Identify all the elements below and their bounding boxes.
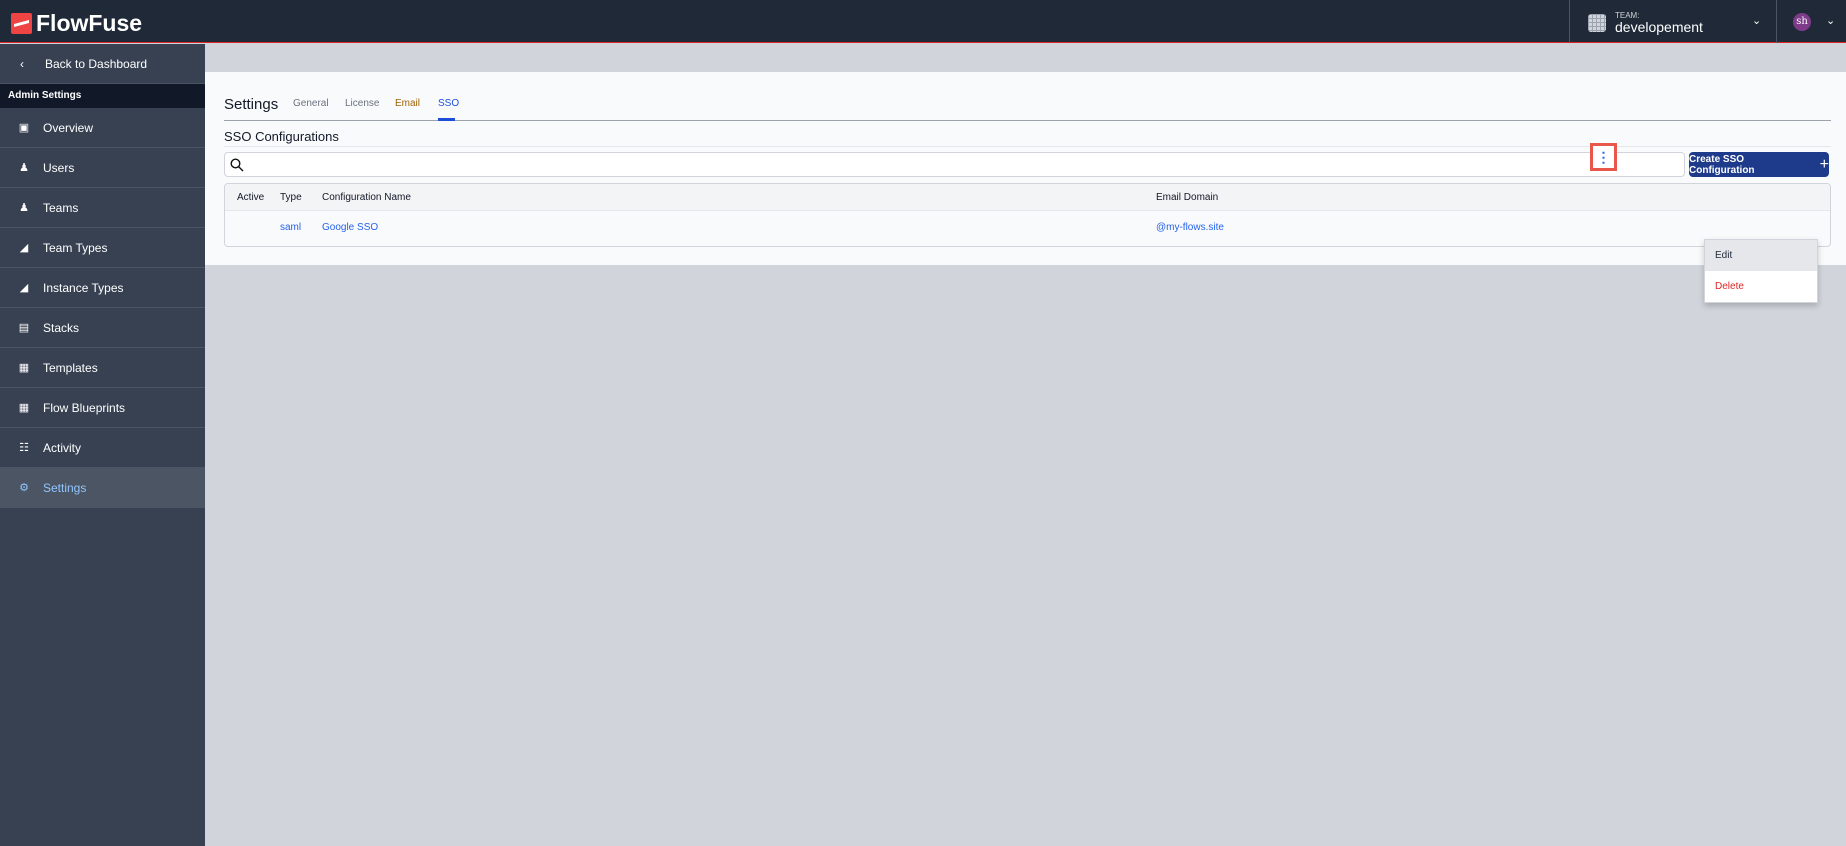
column-header: Email Domain xyxy=(1156,192,1219,203)
label: Users xyxy=(43,160,75,175)
sidebar-item-templates[interactable]: ▦ Templates xyxy=(0,348,205,388)
sidebar-item-stacks[interactable]: ▤ Stacks xyxy=(0,308,205,348)
table-row[interactable]: saml Google SSO @my-flows.site xyxy=(225,211,1830,246)
sidebar-item-activity[interactable]: ☷ Activity xyxy=(0,428,205,468)
tab-divider xyxy=(224,120,1831,121)
brand-name: FlowFuse xyxy=(36,10,143,36)
top-bar: FlowFuse TEAM: developement ⌄ sh ⌄ xyxy=(0,0,1846,43)
kebab-icon: ⋮ xyxy=(1593,146,1614,168)
sidebar: ‹ Back to Dashboard Admin Settings ▣ Overv… xyxy=(0,44,205,846)
row-actions-button[interactable]: ⋮ xyxy=(1590,143,1617,171)
label: Overview xyxy=(43,120,94,135)
tab-license[interactable]: License xyxy=(345,98,379,109)
search-icon xyxy=(230,158,244,172)
chevron-left-icon: ‹ xyxy=(20,56,24,71)
cog-icon: ⚙ xyxy=(19,482,29,494)
team-name: developement xyxy=(1615,19,1703,35)
sidebar-item-teams[interactable]: ♟ Teams xyxy=(0,188,205,228)
shapes-icon: ◢ xyxy=(19,242,29,254)
logo-icon xyxy=(11,13,32,34)
search-field[interactable] xyxy=(249,155,1669,174)
user-group-icon: ♟ xyxy=(19,202,29,214)
label: Stacks xyxy=(43,320,80,335)
email-domain-cell: @my-flows.site xyxy=(1156,222,1224,233)
team-selector[interactable]: TEAM: developement xyxy=(1588,11,1703,34)
divider xyxy=(1569,0,1570,43)
column-header: Type xyxy=(280,192,302,203)
column-header: Active xyxy=(237,192,265,203)
sso-table: Active Type Configuration Name Email Dom… xyxy=(224,183,1831,247)
page-title: Settings xyxy=(224,96,279,113)
sidebar-item-users[interactable]: ♟ Users xyxy=(0,148,205,188)
column-header: Configuration Name xyxy=(322,192,411,203)
label: Instance Types xyxy=(43,280,124,295)
configuration-name-link[interactable]: Google SSO xyxy=(322,222,378,233)
menu-item-edit[interactable]: Edit xyxy=(1705,240,1817,271)
sidebar-item-team-types[interactable]: ◢ Team Types xyxy=(0,228,205,268)
table-header: Active Type Configuration Name Email Dom… xyxy=(225,184,1830,211)
sidebar-item-overview[interactable]: ▣ Overview xyxy=(0,108,205,148)
back-label: Back to Dashboard xyxy=(45,56,148,71)
create-sso-configuration-button[interactable]: Create SSO Configuration + xyxy=(1689,152,1829,177)
user-avatar[interactable]: sh xyxy=(1793,13,1811,31)
menu-item-delete[interactable]: Delete xyxy=(1705,271,1817,302)
back-to-dashboard[interactable]: ‹ Back to Dashboard xyxy=(0,44,205,84)
row-actions-menu: Edit Delete xyxy=(1704,239,1818,303)
label: Activity xyxy=(43,440,82,455)
plus-icon: + xyxy=(1819,155,1829,173)
active-tab-indicator xyxy=(438,118,455,121)
flowfuse-logo[interactable]: FlowFuse xyxy=(11,10,142,37)
template-icon: ▦ xyxy=(18,362,30,374)
label: Team Types xyxy=(43,240,108,255)
type-cell: saml xyxy=(280,222,302,233)
label: Teams xyxy=(43,200,79,215)
label: Settings xyxy=(43,480,87,495)
sidebar-item-instance-types[interactable]: ◢ Instance Types xyxy=(0,268,205,308)
sidebar-item-flow-blueprints[interactable]: ▦ Flow Blueprints xyxy=(0,388,205,428)
chevron-down-icon[interactable]: ⌄ xyxy=(1752,14,1761,27)
chevron-down-icon[interactable]: ⌄ xyxy=(1826,14,1835,27)
tab-sso[interactable]: SSO xyxy=(438,98,459,109)
template-icon: ▦ xyxy=(18,402,30,414)
shapes-icon: ◢ xyxy=(19,282,29,294)
tab-general[interactable]: General xyxy=(293,98,329,109)
tab-email[interactable]: Email xyxy=(395,98,420,109)
label: Flow Blueprints xyxy=(43,400,126,415)
section-title: SSO Configurations xyxy=(224,129,339,144)
label: Templates xyxy=(43,360,98,375)
desktop-icon: ▤ xyxy=(18,322,30,334)
sidebar-item-settings[interactable]: ⚙ Settings xyxy=(0,468,205,508)
divider xyxy=(1776,0,1777,43)
button-label: Create SSO Configuration xyxy=(1689,153,1755,176)
server-icon: ▣ xyxy=(18,122,30,134)
database-icon: ☷ xyxy=(19,442,29,454)
team-avatar-icon xyxy=(1588,13,1606,32)
search-input[interactable] xyxy=(224,152,1685,177)
users-icon: ♟ xyxy=(19,162,29,174)
section-heading: Admin Settings xyxy=(0,84,205,108)
